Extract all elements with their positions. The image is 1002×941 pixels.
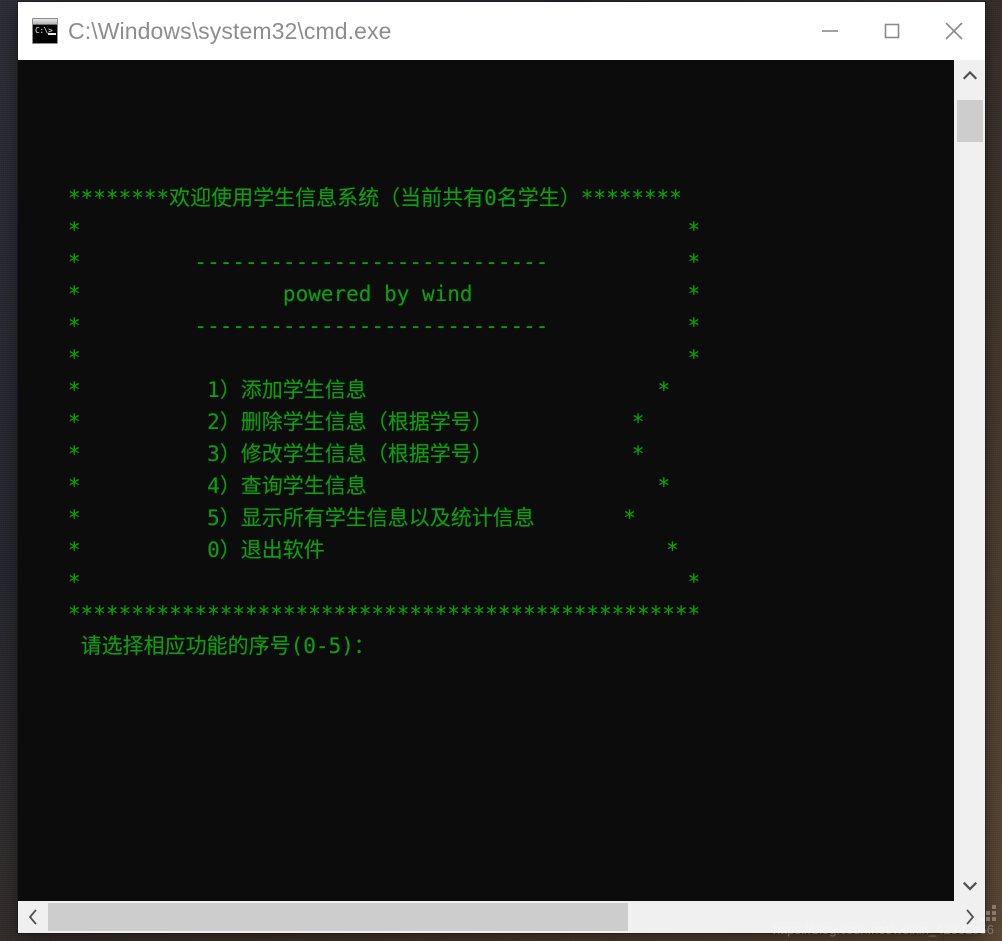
- minimize-button[interactable]: [799, 2, 861, 60]
- console-output-surface[interactable]: ********欢迎使用学生信息系统（当前共有0名学生）******** * *…: [18, 60, 954, 901]
- console-row: ********欢迎使用学生信息系统（当前共有0名学生）******** * *…: [18, 60, 985, 901]
- scroll-left-button[interactable]: [18, 901, 48, 933]
- icon-titlebar-strip: [33, 19, 57, 25]
- maximize-icon: [884, 23, 900, 39]
- maximize-button[interactable]: [861, 2, 923, 60]
- icon-cursor: [48, 33, 56, 35]
- window-client-area: ********欢迎使用学生信息系统（当前共有0名学生）******** * *…: [18, 60, 985, 933]
- minimize-icon: [822, 30, 838, 32]
- horizontal-scroll-thumb[interactable]: [48, 903, 628, 931]
- vertical-scroll-thumb[interactable]: [957, 100, 983, 142]
- window-title-text: C:\Windows\system32\cmd.exe: [68, 17, 392, 44]
- console-text: ********欢迎使用学生信息系统（当前共有0名学生）******** * *…: [68, 186, 701, 658]
- chevron-up-icon: [963, 70, 977, 80]
- horizontal-scrollbar[interactable]: [18, 901, 985, 933]
- vertical-scroll-track[interactable]: [955, 90, 985, 871]
- window-title-bar[interactable]: C:\> C:\Windows\system32\cmd.exe: [18, 2, 985, 60]
- window-controls: [799, 2, 985, 60]
- horizontal-scroll-track[interactable]: [48, 901, 955, 933]
- close-button[interactable]: [923, 2, 985, 60]
- chevron-left-icon: [28, 909, 37, 925]
- scroll-up-button[interactable]: [955, 60, 985, 90]
- cmd-window: C:\> C:\Windows\system32\cmd.exe *******…: [18, 2, 985, 933]
- chevron-down-icon: [963, 881, 977, 891]
- close-icon: [945, 22, 963, 40]
- scroll-down-button[interactable]: [955, 871, 985, 901]
- scroll-right-button[interactable]: [955, 901, 985, 933]
- vertical-scrollbar[interactable]: [954, 60, 985, 901]
- cmd-console-icon: C:\>: [32, 18, 58, 44]
- chevron-right-icon: [966, 909, 975, 925]
